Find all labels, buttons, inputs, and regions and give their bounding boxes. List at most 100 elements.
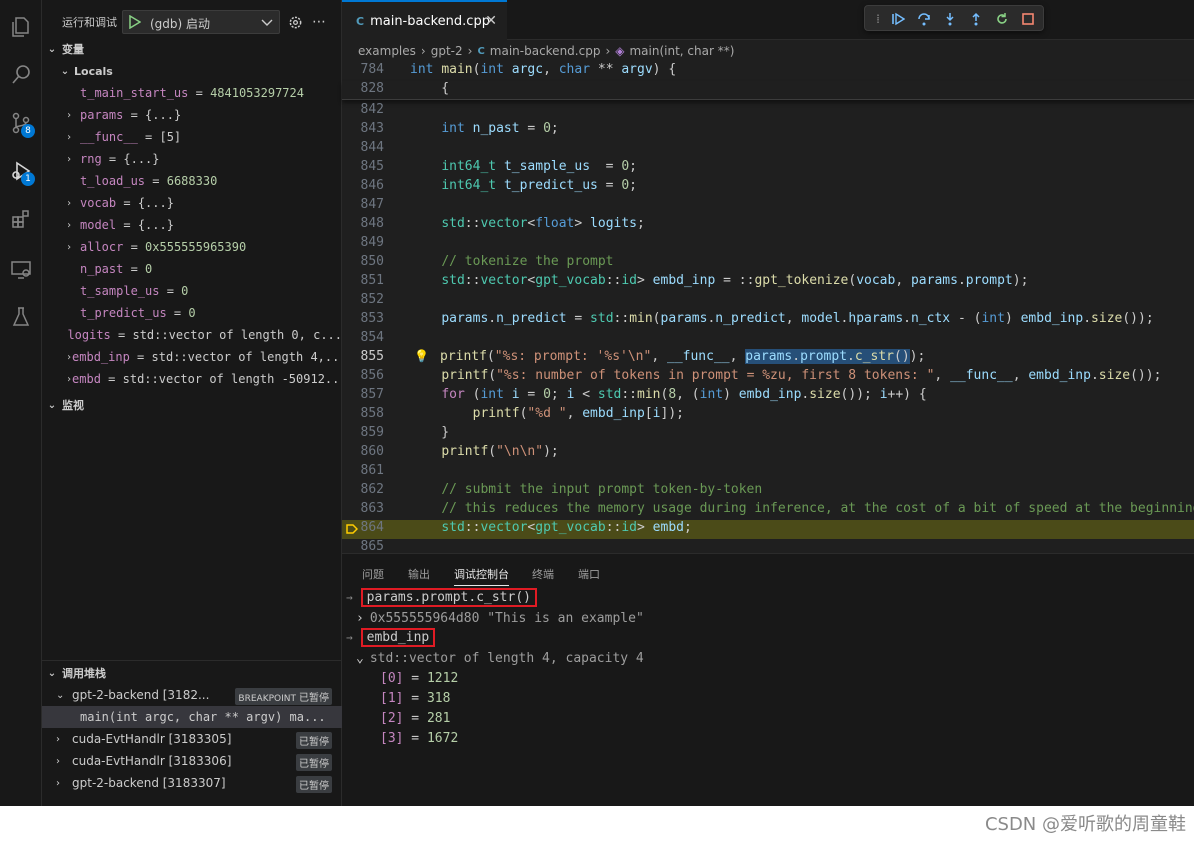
chevron-right-icon[interactable]: › [66, 198, 80, 209]
step-into-icon[interactable] [941, 10, 959, 28]
line-number: 845 [360, 159, 384, 174]
step-over-icon[interactable] [915, 10, 933, 28]
code-line[interactable]: 860 printf("\n\n"); [342, 444, 1194, 463]
panel-tab[interactable]: 终端 [532, 566, 554, 582]
variable-row[interactable]: logits = std::vector of length 0, c... [42, 324, 342, 346]
source-control-icon[interactable]: 8 [0, 102, 42, 144]
chevron-right-icon[interactable]: › [66, 242, 80, 253]
code-line[interactable]: 849 [342, 235, 1194, 254]
code-line[interactable]: 856 printf("%s: number of tokens in prom… [342, 368, 1194, 387]
code-line[interactable]: 850 // tokenize the prompt [342, 254, 1194, 273]
element-index: [0] [380, 670, 404, 686]
panel-tab[interactable]: 输出 [408, 566, 430, 582]
variable-row[interactable]: › __func__ = [5] [42, 126, 342, 148]
debug-config-label: (gdb) 启动 [150, 17, 211, 31]
variable-row[interactable]: › embd_inp = std::vector of length 4,... [42, 346, 342, 368]
breadcrumb-item[interactable]: main(int, char **) [629, 44, 734, 58]
code-line[interactable]: 828 { [342, 81, 1194, 100]
code-line[interactable]: 851 std::vector<gpt_vocab::id> embd_inp … [342, 273, 1194, 292]
code-line[interactable]: 852 [342, 292, 1194, 311]
step-out-icon[interactable] [967, 10, 985, 28]
variable-row[interactable]: t_main_start_us = 4841053297724 [42, 82, 342, 104]
code-line[interactable]: 784 int main(int argc, char ** argv) { [342, 62, 1194, 81]
variable-row[interactable]: › model = {...} [42, 214, 342, 236]
code-line[interactable]: 854 [342, 330, 1194, 349]
chevron-right-icon[interactable]: › [66, 220, 80, 231]
variable-value: {...} [137, 196, 174, 210]
code-line[interactable]: 845 int64_t t_sample_us = 0; [342, 159, 1194, 178]
code-line[interactable]: 844 [342, 140, 1194, 159]
run-debug-icon[interactable]: 1 [0, 150, 42, 192]
variable-row[interactable]: › rng = {...} [42, 148, 342, 170]
callstack-section-header[interactable]: ⌄ 调用堆栈 [42, 662, 342, 684]
code-line[interactable]: 862 // submit the input prompt token-by-… [342, 482, 1194, 501]
code-line[interactable]: 861 [342, 463, 1194, 482]
panel-tab[interactable]: 问题 [362, 566, 384, 582]
chevron-right-icon[interactable]: › [66, 110, 80, 121]
restart-icon[interactable] [993, 10, 1011, 28]
debug-config-select[interactable]: (gdb) 启动 [122, 10, 280, 34]
gear-icon[interactable] [286, 13, 304, 31]
variable-equals: = [145, 174, 167, 188]
code-line[interactable]: 857 for (int i = 0; i < std::min(8, (int… [342, 387, 1194, 406]
drag-handle-icon[interactable]: ⁞ [869, 10, 887, 28]
chevron-right-icon: › [356, 610, 364, 626]
breadcrumb-item[interactable]: examples [358, 44, 416, 58]
code-line[interactable]: 864 std::vector<gpt_vocab::id> embd; [342, 520, 1194, 539]
element-value: 318 [426, 690, 451, 706]
variable-row[interactable]: t_sample_us = 0 [42, 280, 342, 302]
chevron-down-icon[interactable]: ⌄ [56, 690, 72, 701]
code-line[interactable]: 855 printf("%s: prompt: '%s'\n", __func__… [342, 349, 1194, 368]
code-line[interactable]: 848 std::vector<float> logits; [342, 216, 1194, 235]
testing-icon[interactable] [0, 296, 42, 338]
code-line[interactable]: 847 [342, 197, 1194, 216]
panel-tab[interactable]: 端口 [578, 566, 600, 582]
code-line[interactable]: 858 printf("%d ", embd_inp[i]); [342, 406, 1194, 425]
code-line[interactable]: 859 } [342, 425, 1194, 444]
variable-row[interactable]: › allocr = 0x555555965390 [42, 236, 342, 258]
code-line[interactable]: 846 int64_t t_predict_us = 0; [342, 178, 1194, 197]
chevron-down-icon [261, 17, 273, 31]
search-icon[interactable] [0, 54, 42, 96]
start-debugging-icon[interactable] [129, 14, 142, 32]
variable-row[interactable]: n_past = 0 [42, 258, 342, 280]
chevron-right-icon[interactable]: › [56, 734, 72, 745]
variable-row[interactable]: t_load_us = 6688330 [42, 170, 342, 192]
code-line[interactable]: 843 int n_past = 0; [342, 121, 1194, 140]
watch-section-header[interactable]: ⌄ 监视 [42, 394, 342, 416]
continue-icon[interactable] [889, 10, 907, 28]
variable-row[interactable]: › embd = std::vector of length -50912... [42, 368, 342, 390]
panel-tab[interactable]: 调试控制台 [454, 566, 509, 586]
remote-explorer-icon[interactable] [0, 248, 42, 290]
variable-row[interactable]: › params = {...} [42, 104, 342, 126]
chevron-right-icon[interactable]: › [66, 132, 80, 143]
chevron-right-icon[interactable]: › [56, 778, 72, 789]
extensions-icon[interactable] [0, 198, 42, 240]
variable-row[interactable]: › vocab = {...} [42, 192, 342, 214]
more-actions-icon[interactable]: ⋯ [310, 13, 328, 31]
locals-scope[interactable]: ⌄ Locals [42, 60, 342, 82]
element-value: 281 [426, 710, 451, 726]
thread-item[interactable]: › cuda-EvtHandlr [3183305] 已暂停 [42, 728, 342, 750]
chevron-right-icon[interactable]: › [56, 756, 72, 767]
variables-section-header[interactable]: ⌄ 变量 [42, 38, 342, 60]
tab-main-backend[interactable]: C main-backend.cpp ✕ [342, 0, 507, 40]
stop-icon[interactable] [1019, 10, 1037, 28]
code-line[interactable]: 863 // this reduces the memory usage dur… [342, 501, 1194, 520]
breakpoint-paused-icon[interactable] [346, 523, 359, 535]
code-line[interactable]: 853 params.n_predict = std::min(params.n… [342, 311, 1194, 330]
breadcrumb-item[interactable]: main-backend.cpp [490, 44, 601, 58]
close-icon[interactable]: ✕ [485, 13, 497, 29]
thread-item[interactable]: ⌄ gpt-2-backend [3182... BREAKPOINT 已暂停 [42, 684, 342, 706]
thread-item[interactable]: › cuda-EvtHandlr [3183306] 已暂停 [42, 750, 342, 772]
variable-row[interactable]: t_predict_us = 0 [42, 302, 342, 324]
variable-name: t_sample_us [80, 284, 160, 298]
lightbulb-icon[interactable]: 💡 [414, 349, 429, 363]
variable-name: embd [72, 372, 101, 386]
explorer-icon[interactable] [0, 6, 42, 48]
stack-frame[interactable]: main(int argc, char ** argv) ma... [42, 706, 342, 728]
chevron-right-icon[interactable]: › [66, 154, 80, 165]
code-line[interactable]: 842 [342, 102, 1194, 121]
thread-item[interactable]: › gpt-2-backend [3183307] 已暂停 [42, 772, 342, 794]
breadcrumb-item[interactable]: gpt-2 [431, 44, 463, 58]
